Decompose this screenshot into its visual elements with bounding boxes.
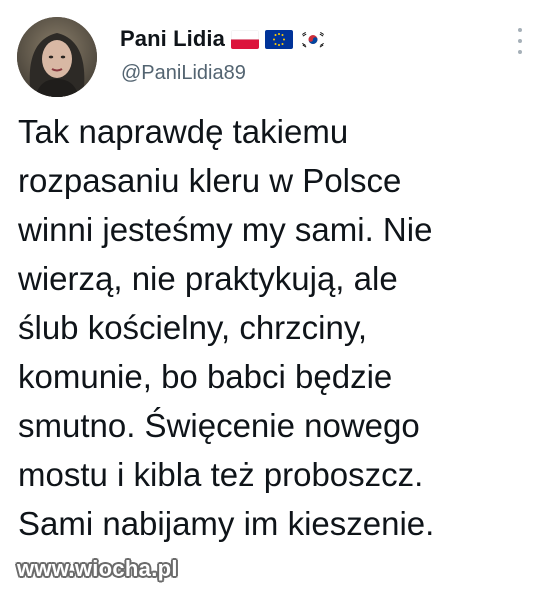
tweet-line: komunie, bo babci będzie [18,358,393,395]
tweet-card: Pani Lidia @PaniLidia89 Tak naprawdę tak… [0,0,552,595]
avatar[interactable] [17,17,97,97]
tweet-line: ślub kościelny, chrzciny, [18,309,368,346]
eu-flag-icon [264,29,293,49]
more-dot [518,39,522,43]
tweet-line: Sami nabijamy im kieszenie. [18,505,435,542]
poland-flag-icon [230,29,259,49]
display-name[interactable]: Pani Lidia [120,26,225,52]
tweet-line: winni jesteśmy my sami. Nie [18,211,433,248]
tweet-line: smutno. Święcenie nowego [18,407,420,444]
tweet-line: Tak naprawdę takiemu [18,113,349,150]
name-row: Pani Lidia [120,24,327,54]
site-watermark: www.wiocha.pl [17,556,178,581]
tweet-line: mostu i kibla też proboszcz. [18,456,424,493]
more-options-icon[interactable] [508,28,532,54]
more-dot [518,28,522,32]
tweet-text: Tak naprawdę takiemu rozpasaniu kleru w … [18,107,543,548]
more-dot [518,50,522,54]
tweet-line: wierzą, nie praktykują, ale [18,260,398,297]
south-korea-flag-icon [298,29,327,49]
tweet-line: rozpasaniu kleru w Polsce [18,162,402,199]
user-handle[interactable]: @PaniLidia89 [121,62,246,85]
